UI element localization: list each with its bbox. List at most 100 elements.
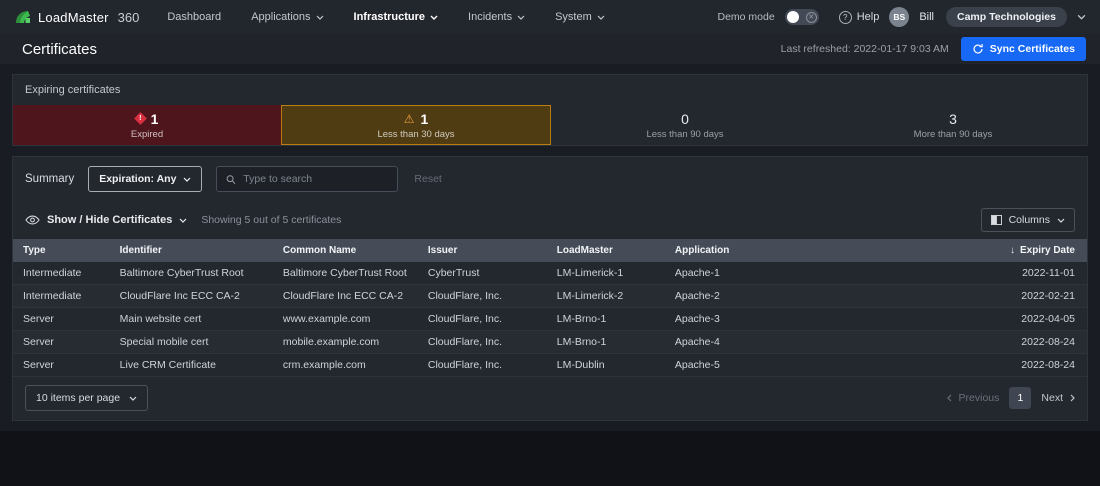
sync-button-label: Sync Certificates [990,43,1075,55]
sync-icon [972,43,984,55]
columns-button[interactable]: Columns [981,208,1075,232]
search-input[interactable] [243,173,388,185]
cell-common-name: CloudFlare Inc ECC CA-2 [273,285,418,308]
cell-type: Intermediate [13,285,110,308]
search-icon [226,174,236,185]
nav-item-dashboard[interactable]: Dashboard [167,11,221,23]
items-per-page-select[interactable]: 10 items per page [25,385,148,411]
column-header-common-name[interactable]: Common Name [273,239,418,262]
brand[interactable]: LoadMaster 360 [14,9,139,25]
nav-item-label: System [555,11,592,23]
nav-item-infrastructure[interactable]: Infrastructure [354,11,439,23]
nav-item-applications[interactable]: Applications [251,11,323,23]
chevron-down-icon [1057,218,1065,223]
sync-certificates-button[interactable]: Sync Certificates [961,37,1086,61]
nav-item-incidents[interactable]: Incidents [468,11,525,23]
card-top: ⚠ 1 [404,111,429,127]
help-button[interactable]: ? Help [839,11,880,24]
card-more-than-90-days[interactable]: 3 More than 90 days [819,105,1087,145]
page-header: Certificates Last refreshed: 2022-01-17 … [0,34,1100,64]
org-badge[interactable]: Camp Technologies [946,7,1067,27]
column-header-identifier[interactable]: Identifier [110,239,273,262]
column-header-expiry-date[interactable]: ↓ Expiry Date [853,239,1087,262]
card-label: Less than 90 days [646,129,723,140]
cell-identifier: Live CRM Certificate [110,354,273,377]
top-nav: LoadMaster 360 Dashboard Applications In… [0,0,1100,34]
loadmaster-logo-icon [14,9,32,25]
cell-expiry-date: 2022-08-24 [853,354,1087,377]
cell-application: Apache-1 [665,262,853,285]
error-diamond-icon: ! [134,112,147,125]
pager: Previous 1 Next [947,387,1075,409]
page-header-right: Last refreshed: 2022-01-17 9:03 AM Sync … [781,37,1086,61]
cell-application: Apache-2 [665,285,853,308]
table-row[interactable]: Server Main website cert www.example.com… [13,308,1087,331]
card-count: 3 [949,111,957,127]
card-expired[interactable]: ! 1 Expired [13,105,281,145]
table-row[interactable]: Server Live CRM Certificate crm.example.… [13,354,1087,377]
avatar[interactable]: BS [889,7,909,27]
card-count: 0 [681,111,689,127]
chevron-down-icon [316,15,324,20]
previous-page-button[interactable]: Previous [947,392,1000,404]
cell-loadmaster: LM-Dublin [547,354,665,377]
chevron-left-icon [947,394,952,402]
expiration-filter-button[interactable]: Expiration: Any [88,166,202,192]
cell-common-name: www.example.com [273,308,418,331]
chevron-down-icon[interactable] [1077,14,1086,20]
demo-mode-toggle[interactable]: ✕ [785,9,819,25]
cell-identifier: Main website cert [110,308,273,331]
cell-issuer: CloudFlare, Inc. [418,331,547,354]
sort-desc-icon: ↓ [1010,245,1015,256]
cell-common-name: Baltimore CyberTrust Root [273,262,418,285]
brand-name: LoadMaster [38,10,109,25]
chevron-down-icon [517,15,525,20]
cell-issuer: CloudFlare, Inc. [418,308,547,331]
table-row[interactable]: Intermediate Baltimore CyberTrust Root B… [13,262,1087,285]
card-label: More than 90 days [914,129,993,140]
columns-icon [991,215,1002,225]
card-label: Expired [131,129,163,140]
showing-count-text: Showing 5 out of 5 certificates [201,214,341,226]
brand-suffix: 360 [118,10,140,25]
column-header-loadmaster[interactable]: LoadMaster [547,239,665,262]
card-count: 1 [420,111,428,127]
card-label: Less than 30 days [377,129,454,140]
current-page-button[interactable]: 1 [1009,387,1031,409]
cell-expiry-date: 2022-11-01 [853,262,1087,285]
cell-loadmaster: LM-Brno-1 [547,308,665,331]
cell-type: Server [13,354,110,377]
card-less-than-30-days[interactable]: ⚠ 1 Less than 30 days [281,105,551,145]
nav-item-label: Incidents [468,11,512,23]
table-header-row: Type Identifier Common Name Issuer LoadM… [13,239,1087,262]
column-header-type[interactable]: Type [13,239,110,262]
table-toolbar: Show / Hide Certificates Showing 5 out o… [13,201,1087,239]
filters-row: Summary Expiration: Any Reset [13,157,1087,201]
reset-button[interactable]: Reset [414,173,441,185]
show-hide-certificates-button[interactable]: Show / Hide Certificates [25,214,187,226]
toggle-knob [787,11,799,23]
cell-application: Apache-4 [665,331,853,354]
last-refreshed-text: Last refreshed: 2022-01-17 9:03 AM [781,43,949,55]
cell-common-name: mobile.example.com [273,331,418,354]
column-header-issuer[interactable]: Issuer [418,239,547,262]
nav-item-label: Applications [251,11,310,23]
chevron-down-icon [179,218,187,223]
chevron-down-icon [183,177,191,182]
eye-icon [25,215,40,225]
column-header-application[interactable]: Application [665,239,853,262]
expiring-certificates-panel: Expiring certificates ! 1 Expired ⚠ 1 Le… [12,74,1088,146]
table-row[interactable]: Server Special mobile cert mobile.exampl… [13,331,1087,354]
nav-right: Demo mode ✕ ? Help BS Bill Camp Technolo… [718,7,1087,27]
nav-item-system[interactable]: System [555,11,605,23]
card-top: ! 1 [136,111,159,127]
cell-application: Apache-5 [665,354,853,377]
table-row[interactable]: Intermediate CloudFlare Inc ECC CA-2 Clo… [13,285,1087,308]
next-page-button[interactable]: Next [1041,392,1075,404]
demo-mode-label: Demo mode [718,11,775,23]
help-label: Help [857,11,880,23]
search-box [216,166,398,192]
column-header-label: Expiry Date [1020,245,1075,256]
card-less-than-90-days[interactable]: 0 Less than 90 days [551,105,819,145]
toggle-off-icon: ✕ [806,12,817,23]
